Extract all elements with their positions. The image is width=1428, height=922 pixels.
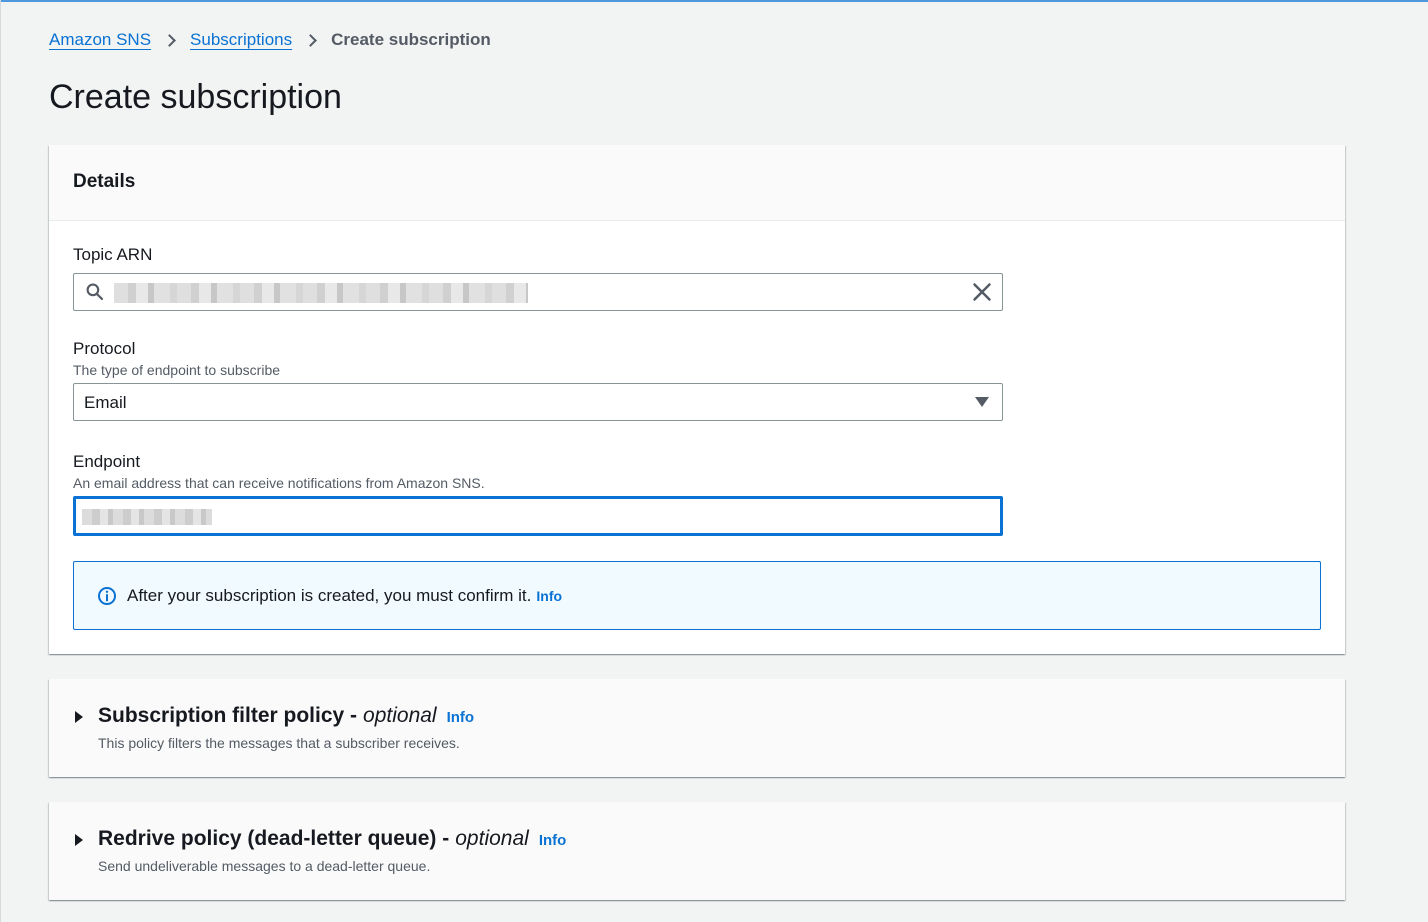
left-divider: [0, 0, 1, 922]
breadcrumb-amazon-sns[interactable]: Amazon SNS: [49, 30, 151, 50]
redrive-policy-section[interactable]: Redrive policy (dead-letter queue) - opt…: [49, 802, 1345, 900]
details-header: Details: [49, 145, 1345, 221]
chevron-right-icon: [304, 33, 317, 47]
endpoint-field: Endpoint An email address that can recei…: [73, 452, 1003, 536]
details-panel: Details Topic ARN Protocol The type of e…: [49, 145, 1345, 654]
confirm-info-alert: After your subscription is created, you …: [73, 561, 1321, 630]
redrive-policy-title: Redrive policy (dead-letter queue) -: [98, 827, 450, 850]
protocol-description: The type of endpoint to subscribe: [73, 362, 281, 378]
caret-right-icon: [75, 711, 83, 723]
details-heading: Details: [73, 171, 136, 192]
alert-info-link[interactable]: Info: [536, 588, 562, 604]
subscription-filter-policy-section[interactable]: Subscription filter policy - optional In…: [49, 679, 1345, 777]
chevron-right-icon: [163, 33, 176, 47]
topic-arn-field: Topic ARN: [73, 245, 1003, 311]
filter-policy-title: Subscription filter policy -: [98, 704, 358, 727]
endpoint-description: An email address that can receive notifi…: [73, 475, 485, 491]
redacted-endpoint-value: [82, 509, 212, 525]
filter-policy-heading: Subscription filter policy - optional In…: [98, 704, 474, 728]
protocol-selected-value: Email: [84, 393, 127, 412]
alert-text: After your subscription is created, you …: [127, 585, 532, 605]
protocol-label: Protocol: [73, 339, 136, 358]
endpoint-input[interactable]: [73, 496, 1003, 536]
endpoint-label: Endpoint: [73, 452, 141, 471]
redrive-policy-heading: Redrive policy (dead-letter queue) - opt…: [98, 827, 566, 851]
filter-policy-info-link[interactable]: Info: [447, 709, 475, 726]
top-accent-line: [0, 0, 1428, 2]
protocol-select[interactable]: Email: [73, 383, 1003, 421]
redrive-policy-optional: optional: [455, 827, 529, 850]
caret-down-icon: [975, 397, 989, 407]
breadcrumb: Amazon SNS Subscriptions Create subscrip…: [49, 30, 491, 50]
breadcrumb-subscriptions[interactable]: Subscriptions: [190, 30, 292, 50]
info-icon: [98, 586, 116, 605]
search-icon: [86, 283, 103, 300]
caret-right-icon: [75, 834, 83, 846]
page-title: Create subscription: [49, 78, 342, 116]
redacted-topic-arn: [114, 283, 528, 303]
filter-policy-description: This policy filters the messages that a …: [98, 735, 460, 751]
close-icon[interactable]: [972, 282, 992, 302]
breadcrumb-current: Create subscription: [331, 30, 491, 49]
topic-arn-input[interactable]: [73, 273, 1003, 311]
topic-arn-label: Topic ARN: [73, 245, 153, 264]
redrive-policy-info-link[interactable]: Info: [539, 832, 567, 849]
protocol-field: Protocol The type of endpoint to subscri…: [73, 339, 1003, 421]
redrive-policy-description: Send undeliverable messages to a dead-le…: [98, 858, 431, 874]
filter-policy-optional: optional: [363, 704, 437, 727]
